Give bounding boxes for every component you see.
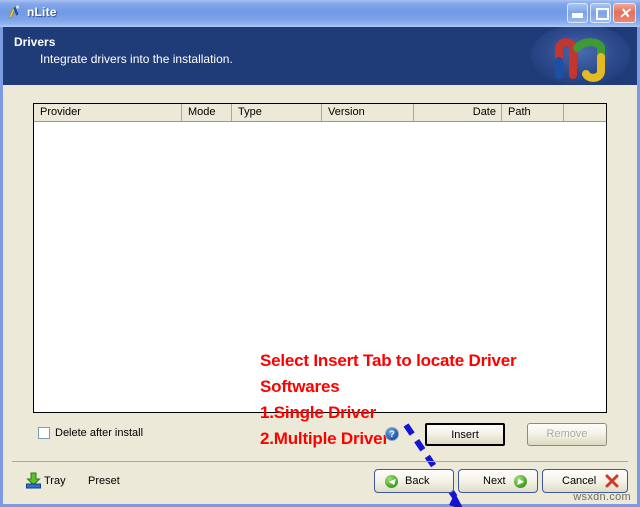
cancel-label: Cancel: [562, 475, 597, 487]
preset-button[interactable]: Preset: [88, 475, 120, 487]
close-icon: ✕: [618, 5, 631, 21]
column-header-version[interactable]: Version: [322, 104, 414, 121]
column-header-path[interactable]: Path: [502, 104, 564, 121]
column-header-date[interactable]: Date: [414, 104, 502, 121]
tray-button[interactable]: Tray: [25, 472, 66, 489]
maximize-button[interactable]: [590, 3, 611, 23]
maximize-icon: [596, 8, 609, 20]
cancel-x-icon: [605, 474, 619, 488]
tray-download-icon: [25, 472, 42, 489]
list-controls-row: Delete after install ? Insert Remove: [33, 423, 607, 449]
delete-after-install-checkbox[interactable]: Delete after install: [38, 427, 143, 439]
back-button[interactable]: ◀ Back: [374, 469, 454, 493]
next-label: Next: [483, 475, 506, 487]
drivers-list-header: Provider Mode Type Version Date Path: [34, 104, 606, 122]
drivers-list-body[interactable]: [34, 122, 606, 412]
minimize-icon: [572, 13, 583, 18]
cancel-button[interactable]: Cancel: [542, 469, 628, 493]
next-arrow-icon: ▶: [514, 475, 527, 488]
close-button[interactable]: ✕: [613, 3, 636, 23]
minimize-button[interactable]: [567, 3, 588, 23]
window-controls: ✕: [567, 3, 636, 23]
checkbox-box-icon: [38, 427, 50, 439]
column-header-extra[interactable]: [564, 104, 604, 121]
column-header-mode[interactable]: Mode: [182, 104, 232, 121]
page-subtitle: Integrate drivers into the installation.: [40, 52, 233, 66]
window-title: nLite: [27, 5, 57, 19]
insert-button[interactable]: Insert: [425, 423, 505, 446]
column-header-type[interactable]: Type: [232, 104, 322, 121]
title-bar[interactable]: nLite ✕: [0, 0, 640, 27]
drivers-list[interactable]: Provider Mode Type Version Date Path: [33, 103, 607, 413]
nlite-window: nLite ✕ Drivers Integrate drivers into t…: [0, 0, 640, 507]
delete-after-install-label: Delete after install: [55, 427, 144, 439]
back-arrow-icon: ◀: [385, 475, 398, 488]
nlite-pen-icon: [6, 4, 22, 20]
next-button[interactable]: Next ▶: [458, 469, 538, 493]
page-title: Drivers: [14, 35, 56, 49]
column-header-provider[interactable]: Provider: [34, 104, 182, 121]
footer-bar: Tray Preset ◀ Back Next ▶ Cancel wsxdn.c…: [3, 462, 637, 504]
tray-label: Tray: [44, 474, 66, 487]
help-question-icon[interactable]: ?: [385, 427, 399, 441]
page-header-banner: Drivers Integrate drivers into the insta…: [3, 27, 637, 85]
remove-button: Remove: [527, 423, 607, 446]
title-bar-left: nLite: [6, 4, 57, 20]
nlite-logo: [519, 27, 637, 85]
client-area: Provider Mode Type Version Date Path Sel…: [3, 85, 637, 507]
back-label: Back: [405, 475, 430, 487]
